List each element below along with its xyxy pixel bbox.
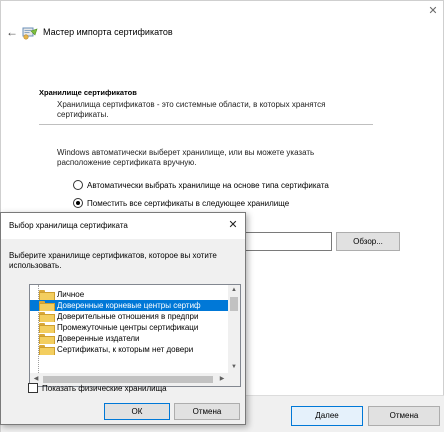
show-physical-checkbox[interactable] xyxy=(28,383,38,393)
vertical-scrollbar[interactable]: ▲ ▼ xyxy=(228,285,240,373)
radio-manual-label: Поместить все сертификаты в следующее хр… xyxy=(87,198,290,208)
section-divider xyxy=(39,124,373,125)
dialog-titlebar: Выбор хранилища сертификата ✕ xyxy=(1,213,245,239)
cancel-button[interactable]: Отмена xyxy=(368,406,440,426)
folder-icon xyxy=(39,290,55,300)
vertical-scroll-thumb[interactable] xyxy=(230,297,238,311)
store-item-label: Сертификаты, к которым нет довери xyxy=(57,345,194,354)
folder-icon xyxy=(39,301,55,311)
store-item-label: Доверенные издатели xyxy=(57,334,140,343)
certificate-wizard-icon xyxy=(22,27,38,40)
scroll-up-icon[interactable]: ▲ xyxy=(228,285,240,296)
wizard-title: Мастер импорта сертификатов xyxy=(43,27,173,37)
scroll-right-icon[interactable]: ▶ xyxy=(216,373,228,386)
store-item-label: Промежуточные центры сертификаци xyxy=(57,323,199,332)
close-icon[interactable]: ✕ xyxy=(425,4,441,18)
scrollbar-corner xyxy=(228,373,240,386)
store-item-trusted-publishers[interactable]: Доверенные издатели xyxy=(30,333,228,344)
show-physical-label: Показать физические хранилища xyxy=(42,383,167,393)
dialog-title: Выбор хранилища сертификата xyxy=(9,221,128,230)
next-button[interactable]: Далее xyxy=(291,406,363,426)
select-store-dialog: Выбор хранилища сертификата ✕ Выберите х… xyxy=(0,212,246,425)
radio-manual-indicator[interactable] xyxy=(73,198,83,208)
section-title: Хранилище сертификатов xyxy=(39,88,137,97)
body-text: Windows автоматически выберет хранилище,… xyxy=(57,148,315,167)
store-item-intermediate[interactable]: Промежуточные центры сертификаци xyxy=(30,322,228,333)
folder-icon xyxy=(39,334,55,344)
folder-icon xyxy=(39,345,55,355)
radio-auto-select[interactable]: Автоматически выбрать хранилище на основ… xyxy=(73,179,329,191)
scroll-down-icon[interactable]: ▼ xyxy=(228,362,240,373)
radio-auto-label: Автоматически выбрать хранилище на основ… xyxy=(87,180,329,190)
store-item-label: Личное xyxy=(57,290,85,299)
dialog-close-icon[interactable]: ✕ xyxy=(225,218,241,232)
dialog-cancel-button[interactable]: Отмена xyxy=(174,403,240,420)
back-arrow-icon[interactable]: ← xyxy=(5,25,19,39)
store-path-input[interactable] xyxy=(241,232,332,251)
ok-button[interactable]: ОК xyxy=(104,403,170,420)
radio-manual-store[interactable]: Поместить все сертификаты в следующее хр… xyxy=(73,197,289,209)
browse-button[interactable]: Обзор... xyxy=(336,232,400,251)
store-item-trusted-root[interactable]: Доверенные корневые центры сертиф xyxy=(30,300,228,311)
folder-icon xyxy=(39,312,55,322)
store-item-label: Доверительные отношения в предпри xyxy=(57,312,199,321)
folder-icon xyxy=(39,323,55,333)
store-item-label: Доверенные корневые центры сертиф xyxy=(57,301,201,310)
store-item-enterprise-trust[interactable]: Доверительные отношения в предпри xyxy=(30,311,228,322)
dialog-prompt: Выберите хранилище сертификатов, которое… xyxy=(9,251,217,270)
radio-auto-indicator[interactable] xyxy=(73,180,83,190)
horizontal-scroll-thumb[interactable] xyxy=(43,376,213,383)
show-physical-stores[interactable]: Показать физические хранилища xyxy=(28,383,167,393)
store-tree[interactable]: Личное Доверенные корневые центры сертиф… xyxy=(29,284,241,387)
section-description: Хранилища сертификатов - это системные о… xyxy=(57,100,326,119)
store-item-personal[interactable]: Личное xyxy=(30,289,228,300)
store-item-untrusted[interactable]: Сертификаты, к которым нет довери xyxy=(30,344,228,355)
